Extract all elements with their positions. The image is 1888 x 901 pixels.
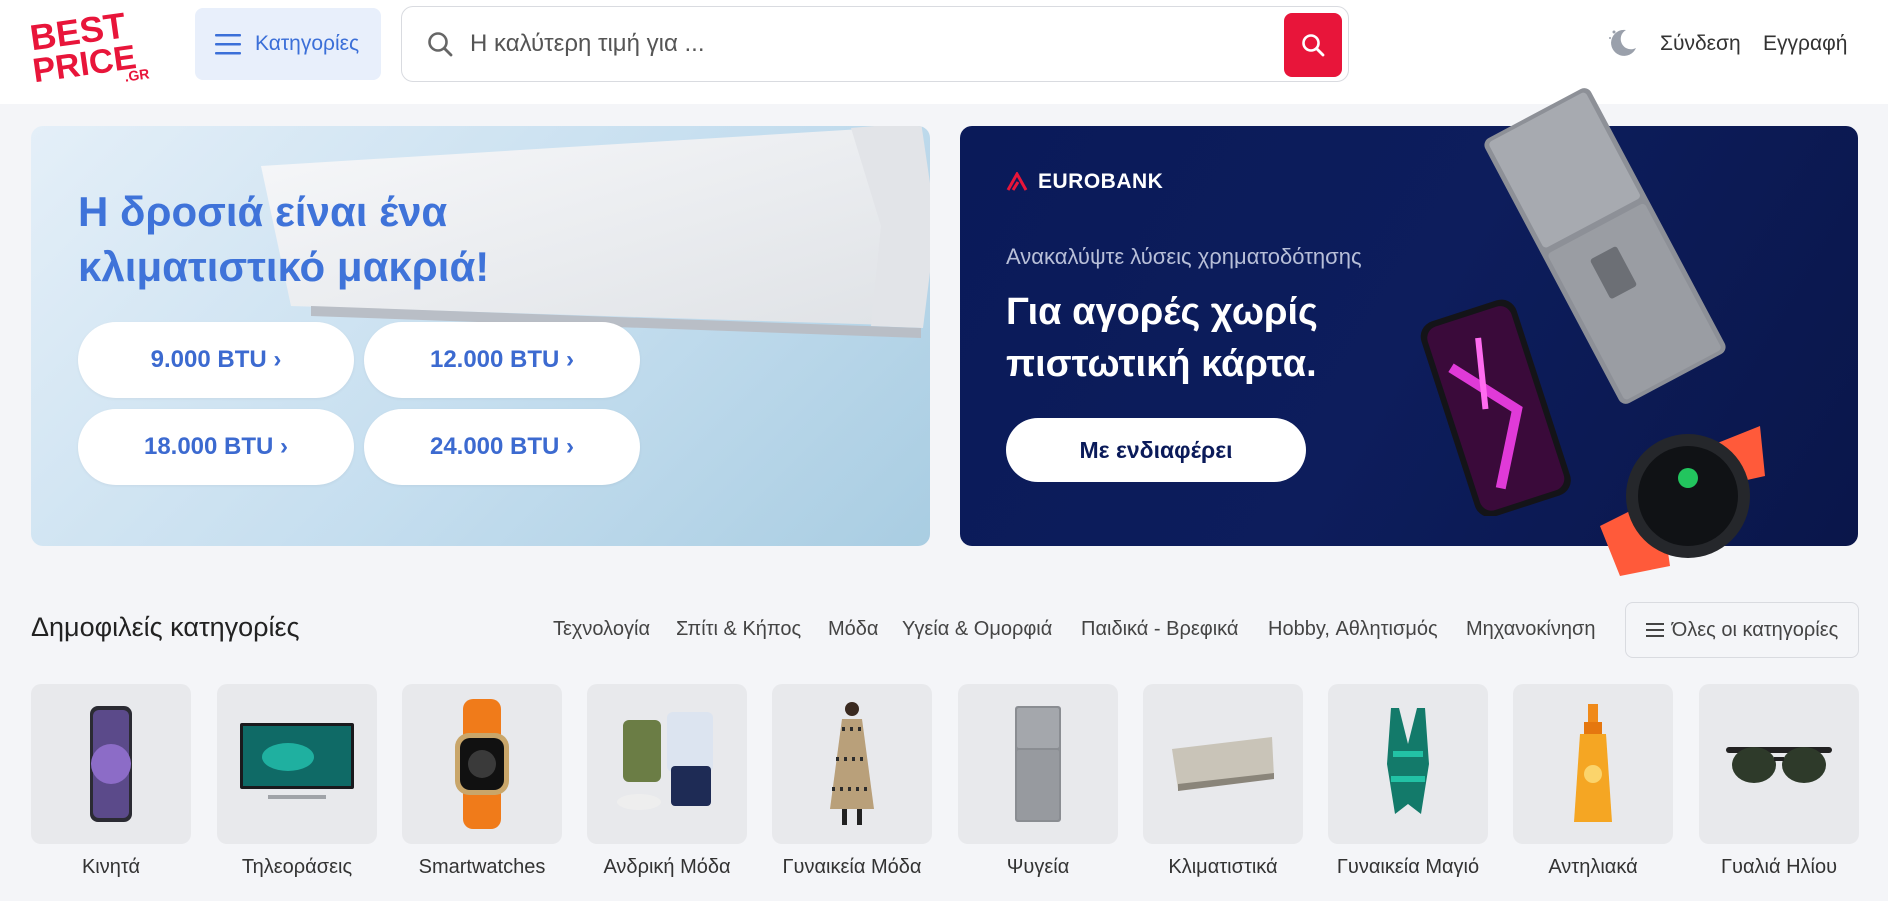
eurobank-logo: EUROBANK: [1006, 170, 1163, 194]
category-tile-womens-fashion[interactable]: [772, 684, 932, 844]
search-bar: [401, 6, 1349, 82]
search-icon: [428, 32, 453, 57]
all-categories-label: Όλες οι κατηγορίες: [1671, 618, 1839, 641]
swimsuit-icon: [1387, 708, 1429, 814]
category-label-fridges[interactable]: Ψυγεία: [943, 856, 1133, 879]
category-link-kids-baby[interactable]: Παιδικά - Βρεφικά: [1081, 618, 1238, 641]
category-label-air-conditioners[interactable]: Κλιματιστικά: [1128, 856, 1318, 879]
btu-9000-button[interactable]: 9.000 BTU ›: [78, 322, 354, 398]
eurobank-brand-text: EUROBANK: [1038, 170, 1164, 193]
dark-mode-moon-icon[interactable]: [1606, 26, 1640, 60]
bestprice-logo[interactable]: BEST PRICE .GR: [28, 6, 156, 86]
categories-menu-label: Κατηγορίες: [255, 32, 360, 55]
smartphone-icon: [90, 706, 132, 822]
category-label-mens-fashion[interactable]: Ανδρική Μόδα: [572, 856, 762, 879]
promo-subtitle: Ανακαλύψτε λύσεις χρηματοδότησης: [1006, 244, 1362, 269]
category-link-health-beauty[interactable]: Υγεία & Ομορφιά: [902, 618, 1052, 641]
category-tile-smartwatches[interactable]: [402, 684, 562, 844]
category-label-sunglasses[interactable]: Γυαλιά Ηλίου: [1684, 856, 1874, 879]
all-categories-button[interactable]: Όλες οι κατηγορίες: [1625, 602, 1859, 658]
mens-clothing-icon: [617, 712, 713, 810]
category-link-motor[interactable]: Μηχανοκίνηση: [1466, 618, 1595, 641]
dress-icon: [830, 702, 874, 825]
category-label-sunscreen[interactable]: Αντηλιακά: [1498, 856, 1688, 879]
category-tile-sunscreen[interactable]: [1513, 684, 1673, 844]
btu-18000-button[interactable]: 18.000 BTU ›: [78, 409, 354, 485]
category-tile-tvs[interactable]: [217, 684, 377, 844]
category-link-technology[interactable]: Τεχνολογία: [553, 618, 650, 641]
smartwatch-icon: [455, 699, 509, 829]
category-label-swimwear[interactable]: Γυναικεία Μαγιό: [1313, 856, 1503, 879]
television-icon: [240, 723, 354, 799]
category-tile-swimwear[interactable]: [1328, 684, 1488, 844]
category-link-hobby-sports[interactable]: Hobby, Αθλητισμός: [1268, 618, 1438, 641]
search-input[interactable]: [470, 30, 1250, 58]
category-label-tvs[interactable]: Τηλεοράσεις: [202, 856, 392, 879]
category-link-fashion[interactable]: Μόδα: [828, 618, 878, 641]
air-conditioner-icon: [1172, 737, 1274, 791]
sunscreen-bottle-icon: [1574, 704, 1612, 822]
promo-title: Για αγορές χωρίς πιστωτική κάρτα.: [1006, 291, 1318, 385]
smartwatch-image: [1600, 426, 1765, 576]
category-label-smartwatches[interactable]: Smartwatches: [387, 856, 577, 879]
categories-menu-button[interactable]: Κατηγορίες: [195, 8, 381, 80]
fridge-icon: [1015, 706, 1061, 822]
hamburger-icon: [215, 34, 241, 55]
eurobank-logo-icon: [1006, 172, 1028, 191]
promo-title: Η δροσιά είναι ένα κλιματιστικό μακριά!: [78, 188, 490, 290]
category-tile-mobiles[interactable]: [31, 684, 191, 844]
sunglasses-icon: [1726, 747, 1832, 783]
login-link[interactable]: Σύνδεση: [1660, 32, 1741, 56]
list-icon: [1645, 623, 1664, 637]
eurobank-promo-banner[interactable]: EUROBANK Ανακαλύψτε λύσεις χρηματοδότηση…: [960, 88, 1858, 576]
popular-categories-title: Δημοφιλείς κατηγορίες: [31, 612, 300, 642]
category-tile-fridges[interactable]: [958, 684, 1118, 844]
btu-24000-button[interactable]: 24.000 BTU ›: [364, 409, 640, 485]
category-link-home-garden[interactable]: Σπίτι & Κήπος: [676, 618, 801, 641]
category-tile-mens-fashion[interactable]: [587, 684, 747, 844]
register-link[interactable]: Εγγραφή: [1763, 32, 1847, 56]
air-conditioner-promo-banner[interactable]: Η δροσιά είναι ένα κλιματιστικό μακριά! …: [31, 126, 930, 546]
category-label-mobiles[interactable]: Κινητά: [16, 856, 206, 879]
svg-text:.GR: .GR: [123, 65, 150, 84]
interested-button[interactable]: Με ενδιαφέρει: [1006, 418, 1306, 482]
category-label-womens-fashion[interactable]: Γυναικεία Μόδα: [757, 856, 947, 879]
search-submit-button[interactable]: [1284, 13, 1342, 77]
btu-12000-button[interactable]: 12.000 BTU ›: [364, 322, 640, 398]
category-tile-air-conditioners[interactable]: [1143, 684, 1303, 844]
category-tile-sunglasses[interactable]: [1699, 684, 1859, 844]
search-icon: [1302, 34, 1325, 57]
smartphone-image: [1420, 299, 1571, 516]
